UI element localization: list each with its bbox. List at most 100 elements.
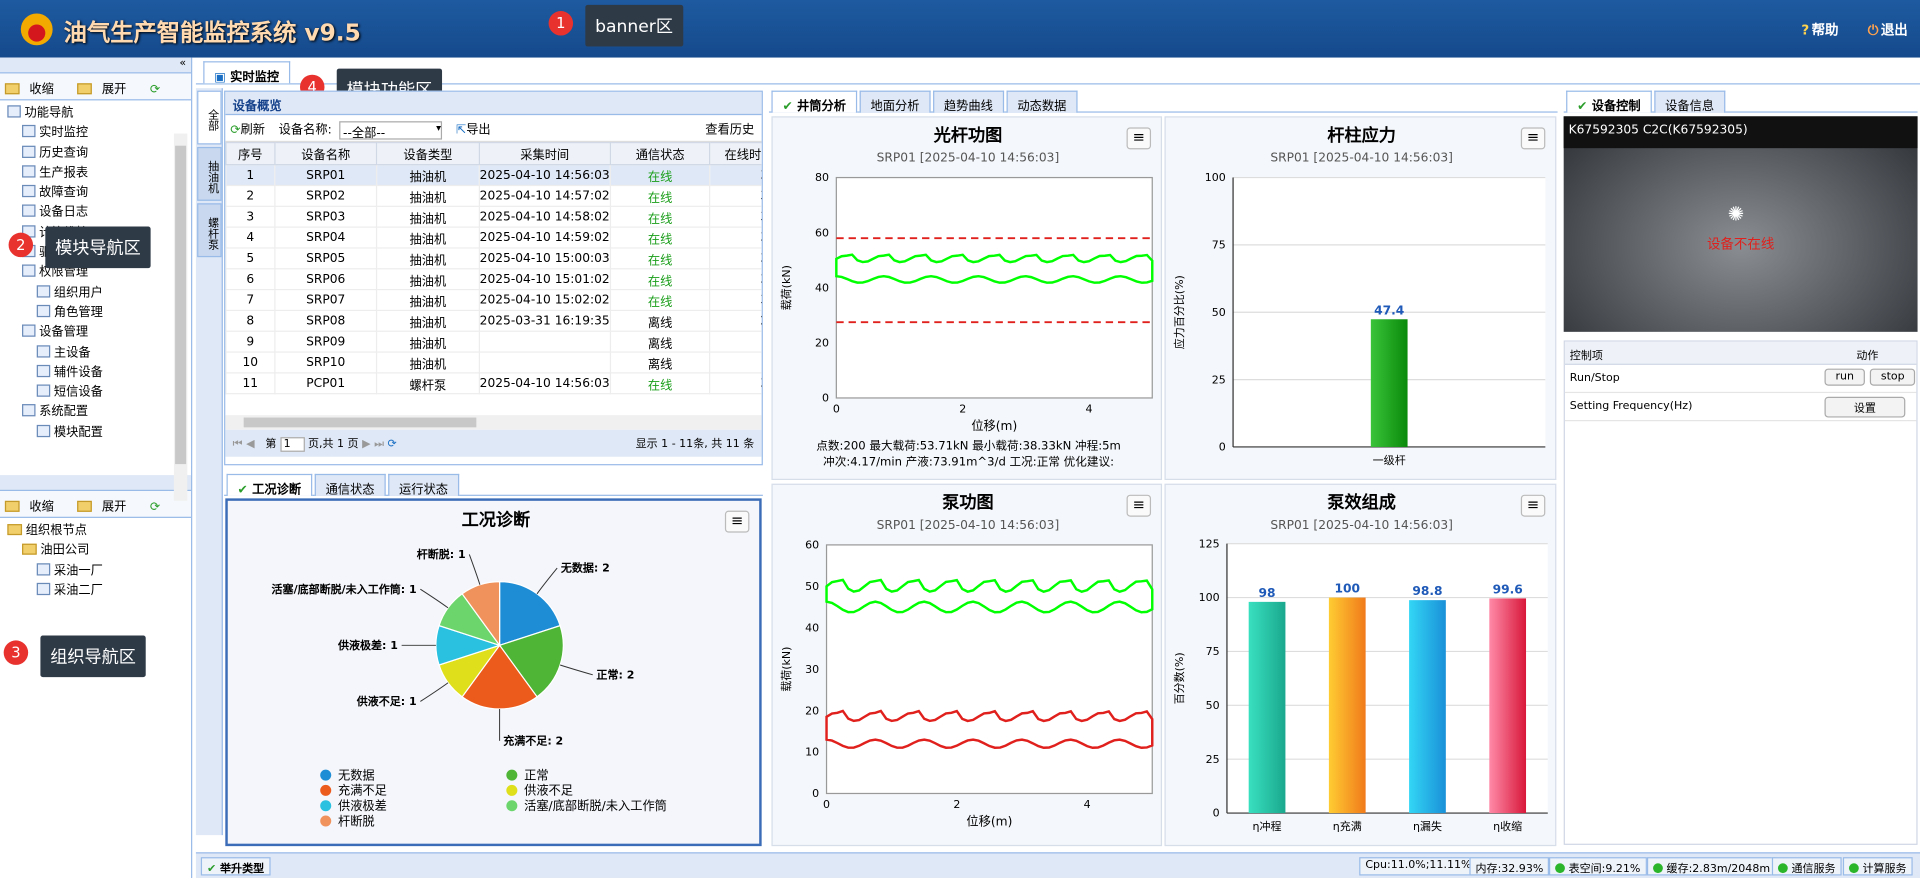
bar[interactable] [1370,319,1408,447]
stop-button[interactable]: stop [1869,368,1916,386]
chart-menu-icon[interactable]: ≡ [1126,494,1152,517]
bar[interactable] [1489,598,1527,814]
tree-item[interactable]: 主设备 [0,344,191,364]
table-cell: 抽油机 [376,184,480,207]
table-row[interactable]: 9 SRP09 抽油机 离线 [225,330,762,353]
tree-item[interactable]: 模块配置 [0,423,191,443]
h-scrollbar[interactable] [225,415,762,430]
vtab-pump-unit[interactable]: 抽油机 [197,146,222,201]
chart-menu-icon[interactable]: ≡ [1126,127,1152,150]
collapse-arrow-icon[interactable]: « [179,58,186,70]
tab-device-control[interactable]: ✔ 设备控制 [1566,90,1652,114]
next-page-icon[interactable]: ▶ ⏭ [362,438,384,450]
legend-label[interactable]: 供液极差 [338,798,387,813]
x-tick-label: η冲程 [1253,819,1282,833]
column-header[interactable]: 设备类型 [376,142,480,166]
tab-dynamic[interactable]: 动态数据 [1006,90,1078,114]
table-row[interactable]: 6SRP06抽油机2025-04-10 15:01:02在线3.67 [225,268,762,291]
tab-trend[interactable]: 趋势曲线 [932,90,1004,114]
refresh-icon[interactable]: ⟳ [150,83,160,96]
export-button[interactable]: ⇱导出 [456,124,491,137]
bar[interactable] [1328,597,1366,814]
column-header[interactable]: 采集时间 [478,142,611,166]
tree-item[interactable]: 设备管理 [0,324,191,344]
table-row[interactable]: 1SRP01抽油机2025-04-10 14:56:03在线3.67 [225,164,762,187]
y-tick-label: 25 [1212,373,1226,386]
chart-menu-icon[interactable]: ≡ [1520,127,1546,150]
tab-comm-status[interactable]: 通信状态 [314,473,386,497]
legend-label[interactable]: 充满不足 [338,783,387,798]
legend-label[interactable]: 活塞/底部断脱/未入工作筒 [524,798,667,813]
vtab-screw-pump[interactable]: 螺杆泵 [197,203,222,258]
tree-item[interactable]: 组织用户 [0,284,191,304]
help-link[interactable]: ? 帮助 [1789,22,1838,38]
table-row[interactable]: 7SRP07抽油机2025-04-10 15:02:02在线3.67 [225,288,762,312]
vtab-all[interactable]: 全部 [197,90,222,145]
table-cell: 4 [225,226,276,249]
column-header[interactable]: 通信状态 [609,142,711,166]
tree-item[interactable]: 故障查询 [0,184,191,204]
table-row[interactable]: 2SRP02抽油机2025-04-10 14:57:02在线3.67 [225,184,762,207]
refresh-icon[interactable]: ⟳ [150,501,160,514]
history-button[interactable]: 查看历史 [705,119,754,137]
collapse-button[interactable]: 收缩 [4,83,64,97]
column-header[interactable]: 设备名称 [273,142,378,166]
org-tree-item[interactable]: 采油二厂 [0,582,191,602]
chart-menu-icon[interactable]: ≡ [724,510,750,533]
exit-link[interactable]: ⏻ 退出 [1855,22,1908,38]
org-tree-item[interactable]: 油田公司 [0,542,191,562]
column-header[interactable]: 在线时间 [709,142,762,166]
legend-label[interactable]: 无数据 [338,767,375,782]
module-tree-scrollbar[interactable] [173,133,188,501]
org-collapse-button[interactable]: 收缩 [4,500,64,514]
expand-button[interactable]: 展开 [77,83,136,97]
tree-item[interactable]: 设备日志 [0,204,191,224]
device-name-select[interactable]: --全部-- ▾ [339,121,443,141]
chart-menu-icon[interactable]: ≡ [1520,494,1546,517]
pie-leader-line [536,567,558,595]
tree-item[interactable]: 角色管理 [0,304,191,324]
tree-item[interactable]: 短信设备 [0,383,191,403]
tree-item[interactable]: 生产报表 [0,164,191,184]
tree-item[interactable]: 历史查询 [0,144,191,164]
tree-item[interactable]: 功能导航 [0,104,191,124]
tree-item[interactable]: 系统配置 [0,403,191,423]
column-header[interactable]: 序号 [225,142,276,166]
tab-diag[interactable]: ✔ 工况诊断 [226,473,313,497]
set-frequency-button[interactable]: 设置 [1824,396,1906,418]
tab-device-info[interactable]: 设备信息 [1654,90,1726,114]
scroll-thumb[interactable] [175,145,187,465]
tab-realtime-monitor[interactable]: ▣ 实时监控 [203,61,291,84]
legend-marker [320,784,332,796]
table-cell: 2025-03-31 16:19:35 [478,309,611,332]
org-tree-item[interactable]: 组织根节点 [0,522,191,542]
tree-node-icon [22,324,36,338]
x-tick-label: 0 [833,403,840,416]
run-button[interactable]: run [1824,368,1866,386]
tab-wellbore[interactable]: ✔ 井筒分析 [771,90,857,114]
table-row[interactable]: 4SRP04抽油机2025-04-10 14:59:02在线3.67 [225,226,762,249]
legend-label[interactable]: 供液不足 [524,783,573,798]
table-row[interactable]: 10 SRP10 抽油机 离线 [225,351,762,374]
org-expand-button[interactable]: 展开 [77,500,136,514]
tab-run-status[interactable]: 运行状态 [388,473,460,497]
bar[interactable] [1248,601,1286,814]
org-tree-item[interactable]: 采油一厂 [0,562,191,582]
tree-item[interactable]: 实时监控 [0,124,191,144]
y-tick-label: 125 [1199,537,1220,550]
tree-item[interactable]: 辅件设备 [0,364,191,384]
lift-type-button[interactable]: ✔ 举升类型 [200,857,271,876]
refresh-button[interactable]: ⟳刷新 [230,124,265,137]
control-row-frequency: Setting Frequency(Hz) 设置 [1564,393,1917,422]
pager-refresh-icon[interactable]: ⟳ [388,438,397,450]
table-row[interactable]: 3SRP03抽油机2025-04-10 14:58:02在线3.67 [225,205,762,228]
page-input[interactable]: 1 [279,437,305,452]
table-row[interactable]: 11PCP01螺杆泵2025-04-10 14:56:03在线3.67 [225,372,762,395]
bar[interactable] [1409,600,1446,814]
legend-label[interactable]: 杆断脱 [338,813,375,828]
table-row[interactable]: 5SRP05抽油机2025-04-10 15:00:03在线3.67 [225,247,762,270]
legend-label[interactable]: 正常 [524,768,548,782]
table-row[interactable]: 8SRP08抽油机2025-03-31 16:19:35离线2.17 [225,309,762,332]
tab-surface[interactable]: 地面分析 [859,90,931,114]
first-page-icon[interactable]: ⏮ ◀ [233,438,255,450]
